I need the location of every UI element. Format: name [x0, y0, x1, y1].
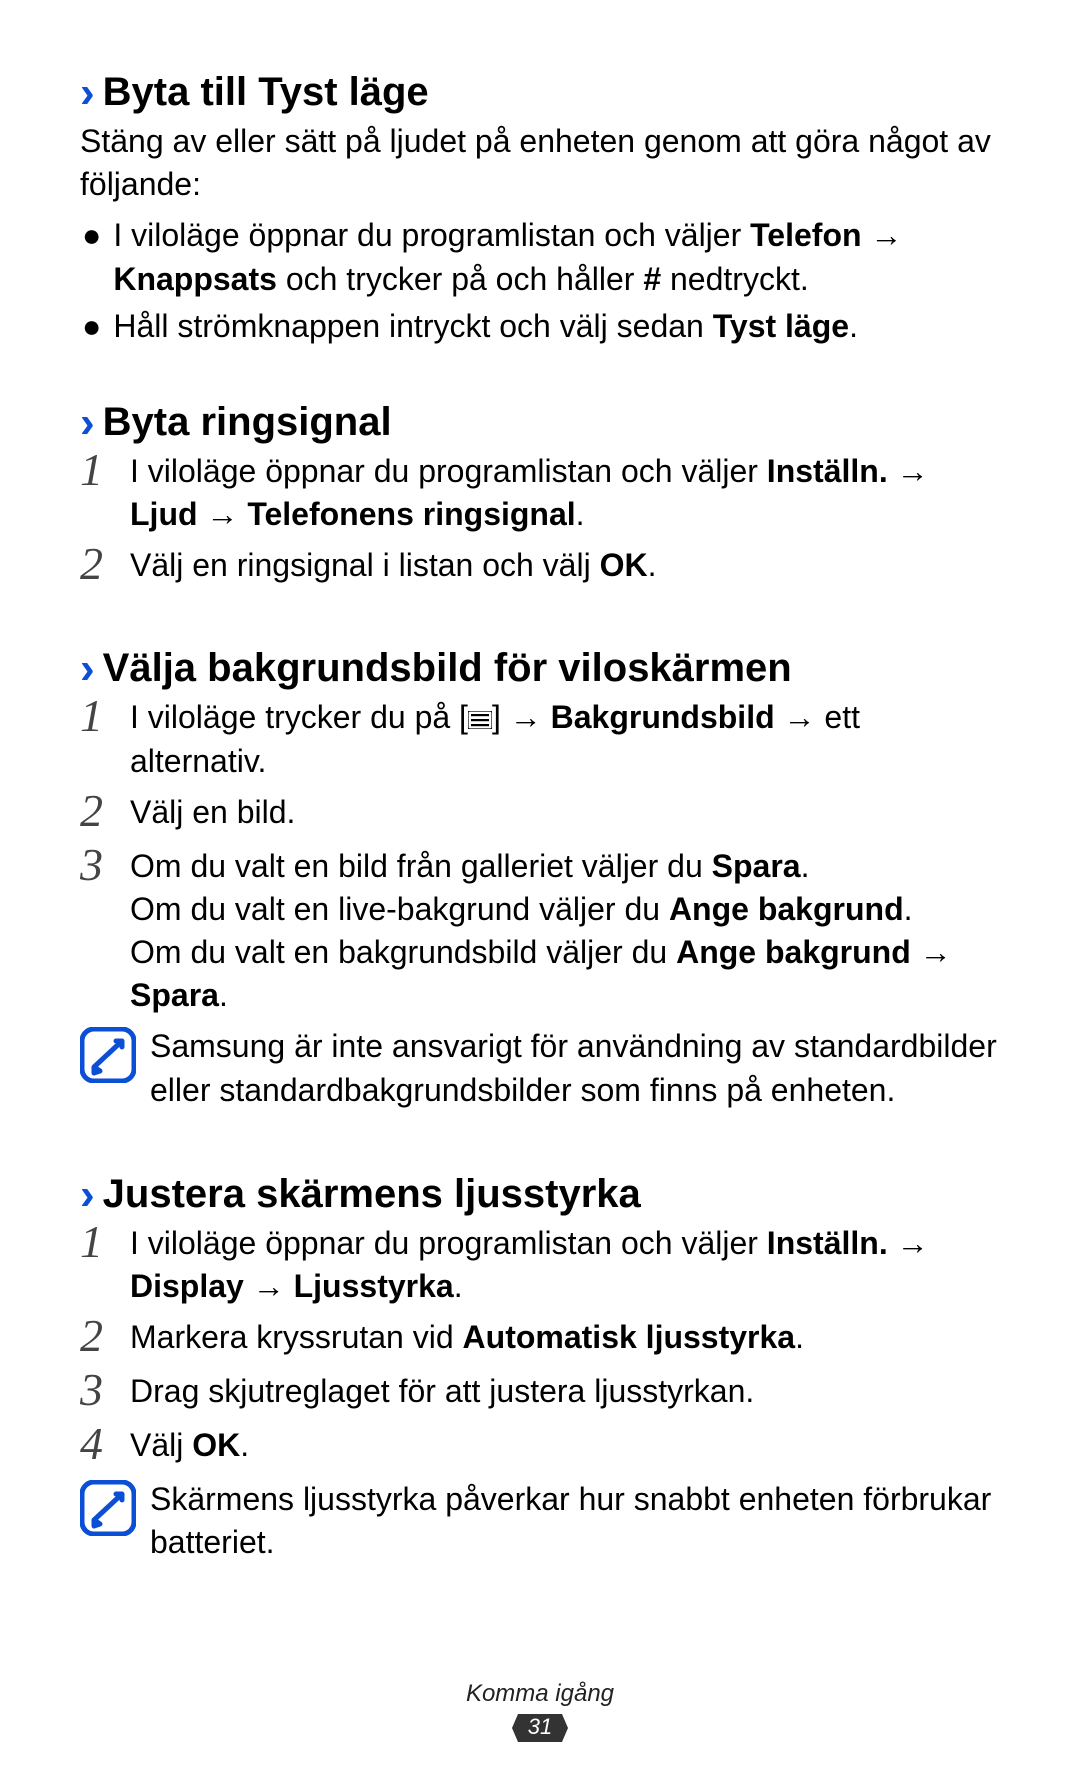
section-heading-brightness: › Justera skärmens ljusstyrka: [80, 1170, 1000, 1218]
page-number: 31: [528, 1714, 552, 1740]
intro-text: Stäng av eller sätt på ljudet på enheten…: [80, 120, 1000, 206]
numbered-step: 3 Om du valt en bild från galleriet välj…: [80, 845, 1000, 1018]
numbered-step: 2 Markera kryssrutan vid Automatisk ljus…: [80, 1316, 1000, 1362]
numbered-step: 1 I viloläge öppnar du programlistan och…: [80, 1222, 1000, 1308]
numbered-step: 1 I viloläge öppnar du programlistan och…: [80, 450, 1000, 536]
step-text: Välj en ringsignal i listan och välj OK.: [130, 544, 1000, 590]
step-number: 2: [80, 1313, 130, 1359]
chevron-right-icon: ›: [80, 1173, 95, 1217]
numbered-step: 2 Välj en ringsignal i listan och välj O…: [80, 544, 1000, 590]
step-number: 4: [80, 1421, 130, 1467]
bullet-text: Håll strömknappen intryckt och välj seda…: [113, 305, 858, 348]
step-text: Drag skjutreglaget för att justera ljuss…: [130, 1370, 1000, 1416]
numbered-step: 1 I viloläge trycker du på [] → Bakgrund…: [80, 696, 1000, 782]
bullet-icon: ●: [82, 305, 101, 348]
footer-label: Komma igång: [0, 1680, 1080, 1708]
heading-text: Justera skärmens ljusstyrka: [103, 1170, 641, 1218]
step-text: Om du valt en bild från galleriet väljer…: [130, 845, 1000, 1018]
section-heading-silent: › Byta till Tyst läge: [80, 68, 1000, 116]
step-number: 1: [80, 693, 130, 779]
bullet-text: I viloläge öppnar du programlistan och v…: [113, 214, 1000, 300]
heading-text: Välja bakgrundsbild för viloskärmen: [103, 644, 792, 692]
chevron-right-icon: ›: [80, 647, 95, 691]
heading-text: Byta till Tyst läge: [103, 68, 429, 116]
menu-icon: [468, 697, 492, 715]
step-number: 1: [80, 447, 130, 533]
step-number: 1: [80, 1219, 130, 1305]
heading-text: Byta ringsignal: [103, 398, 392, 446]
step-number: 2: [80, 541, 130, 587]
step-text: Välj OK.: [130, 1424, 1000, 1470]
step-text: I viloläge trycker du på [] → Bakgrundsb…: [130, 696, 1000, 782]
numbered-step: 2 Välj en bild.: [80, 791, 1000, 837]
numbered-step: 3 Drag skjutreglaget för att justera lju…: [80, 1370, 1000, 1416]
step-number: 3: [80, 842, 130, 1015]
section-heading-ringtone: › Byta ringsignal: [80, 398, 1000, 446]
note-icon: [80, 1480, 136, 1536]
step-text: I viloläge öppnar du programlistan och v…: [130, 1222, 1000, 1308]
note-icon: [80, 1027, 136, 1083]
page-number-badge: 31: [510, 1712, 570, 1744]
bullet-icon: ●: [82, 214, 101, 300]
section-heading-wallpaper: › Välja bakgrundsbild för viloskärmen: [80, 644, 1000, 692]
page-footer: Komma igång 31: [0, 1680, 1080, 1749]
chevron-right-icon: ›: [80, 71, 95, 115]
step-number: 2: [80, 788, 130, 834]
step-text: Markera kryssrutan vid Automatisk ljusst…: [130, 1316, 1000, 1362]
note-text: Skärmens ljusstyrka påverkar hur snabbt …: [150, 1478, 1000, 1564]
step-text: I viloläge öppnar du programlistan och v…: [130, 450, 1000, 536]
step-text: Välj en bild.: [130, 791, 1000, 837]
bullet-item: ● I viloläge öppnar du programlistan och…: [80, 214, 1000, 300]
chevron-right-icon: ›: [80, 401, 95, 445]
numbered-step: 4 Välj OK.: [80, 1424, 1000, 1470]
bullet-item: ● Håll strömknappen intryckt och välj se…: [80, 305, 1000, 348]
note-block: Samsung är inte ansvarigt för användning…: [80, 1025, 1000, 1111]
note-text: Samsung är inte ansvarigt för användning…: [150, 1025, 1000, 1111]
note-block: Skärmens ljusstyrka påverkar hur snabbt …: [80, 1478, 1000, 1564]
step-number: 3: [80, 1367, 130, 1413]
manual-page: › Byta till Tyst läge Stäng av eller sät…: [0, 0, 1080, 1565]
